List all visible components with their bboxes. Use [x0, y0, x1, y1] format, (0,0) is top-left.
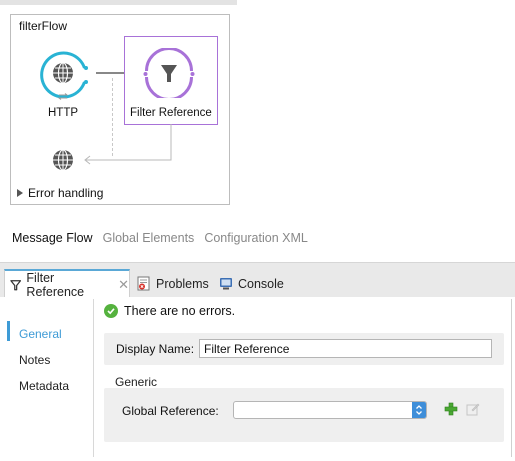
- console-icon: [220, 278, 232, 290]
- flow-title: filterFlow: [19, 19, 68, 33]
- generic-section-title: Generic: [115, 375, 158, 389]
- sidebar-item-general[interactable]: General: [19, 327, 62, 341]
- globe-icon: [53, 149, 73, 171]
- display-name-section: Display Name:: [104, 333, 504, 365]
- panel-right-border: [511, 299, 512, 457]
- tab-configuration-xml[interactable]: Configuration XML: [204, 231, 308, 245]
- tab-filter-reference[interactable]: Filter Reference ✕: [4, 269, 130, 299]
- display-name-field[interactable]: [199, 339, 492, 358]
- globe-icon: [53, 62, 73, 84]
- sidebar-item-metadata[interactable]: Metadata: [19, 379, 69, 393]
- sidebar-item-notes[interactable]: Notes: [19, 353, 50, 367]
- error-handling-label: Error handling: [28, 186, 104, 200]
- sidebar-active-indicator: [7, 321, 10, 341]
- tab-console[interactable]: Console: [219, 269, 284, 298]
- validation-status: There are no errors.: [104, 304, 235, 318]
- funnel-icon: [161, 65, 177, 82]
- check-circle-icon: [104, 304, 118, 318]
- panel-tab-bar: Filter Reference ✕ Problems Console: [0, 262, 515, 299]
- select-spinner-icon: [412, 402, 426, 418]
- top-strip: [0, 0, 237, 5]
- status-message: There are no errors.: [124, 304, 236, 318]
- tab-message-flow[interactable]: Message Flow: [12, 231, 93, 245]
- sidebar-divider: [93, 299, 94, 457]
- close-tab-icon[interactable]: ✕: [118, 277, 129, 293]
- filter-node-label: Filter Reference: [130, 107, 212, 119]
- tab-problems-label: Problems: [156, 276, 209, 291]
- global-reference-label: Global Reference:: [122, 404, 219, 418]
- expand-triangle-icon: [17, 189, 23, 197]
- error-handling-toggle[interactable]: Error handling: [17, 186, 103, 200]
- tab-console-label: Console: [238, 276, 284, 291]
- generic-section: Global Reference:: [104, 388, 504, 442]
- tab-filter-reference-label: Filter Reference: [26, 270, 85, 299]
- http-node[interactable]: [34, 45, 94, 105]
- properties-sidebar: General Notes Metadata: [5, 299, 93, 457]
- display-name-label: Display Name:: [116, 342, 195, 356]
- flow-container[interactable]: filterFlow HTTP Filter Reference Error h…: [10, 14, 230, 205]
- http-node-label: HTTP: [48, 107, 79, 119]
- filter-icon: [10, 279, 22, 290]
- editor-tabs: Message Flow Global Elements Configurati…: [12, 231, 308, 245]
- filter-node-icon: [143, 48, 195, 98]
- global-reference-select[interactable]: [233, 401, 427, 419]
- edit-global-element-icon[interactable]: [466, 402, 480, 416]
- tab-problems[interactable]: Problems: [137, 269, 209, 298]
- response-path: [53, 124, 172, 171]
- tab-global-elements[interactable]: Global Elements: [103, 231, 195, 245]
- add-global-element-icon[interactable]: [444, 402, 458, 416]
- problems-icon: [137, 276, 150, 291]
- filter-reference-node[interactable]: Filter Reference: [124, 36, 218, 125]
- properties-panel: General Notes Metadata There are no erro…: [0, 297, 515, 461]
